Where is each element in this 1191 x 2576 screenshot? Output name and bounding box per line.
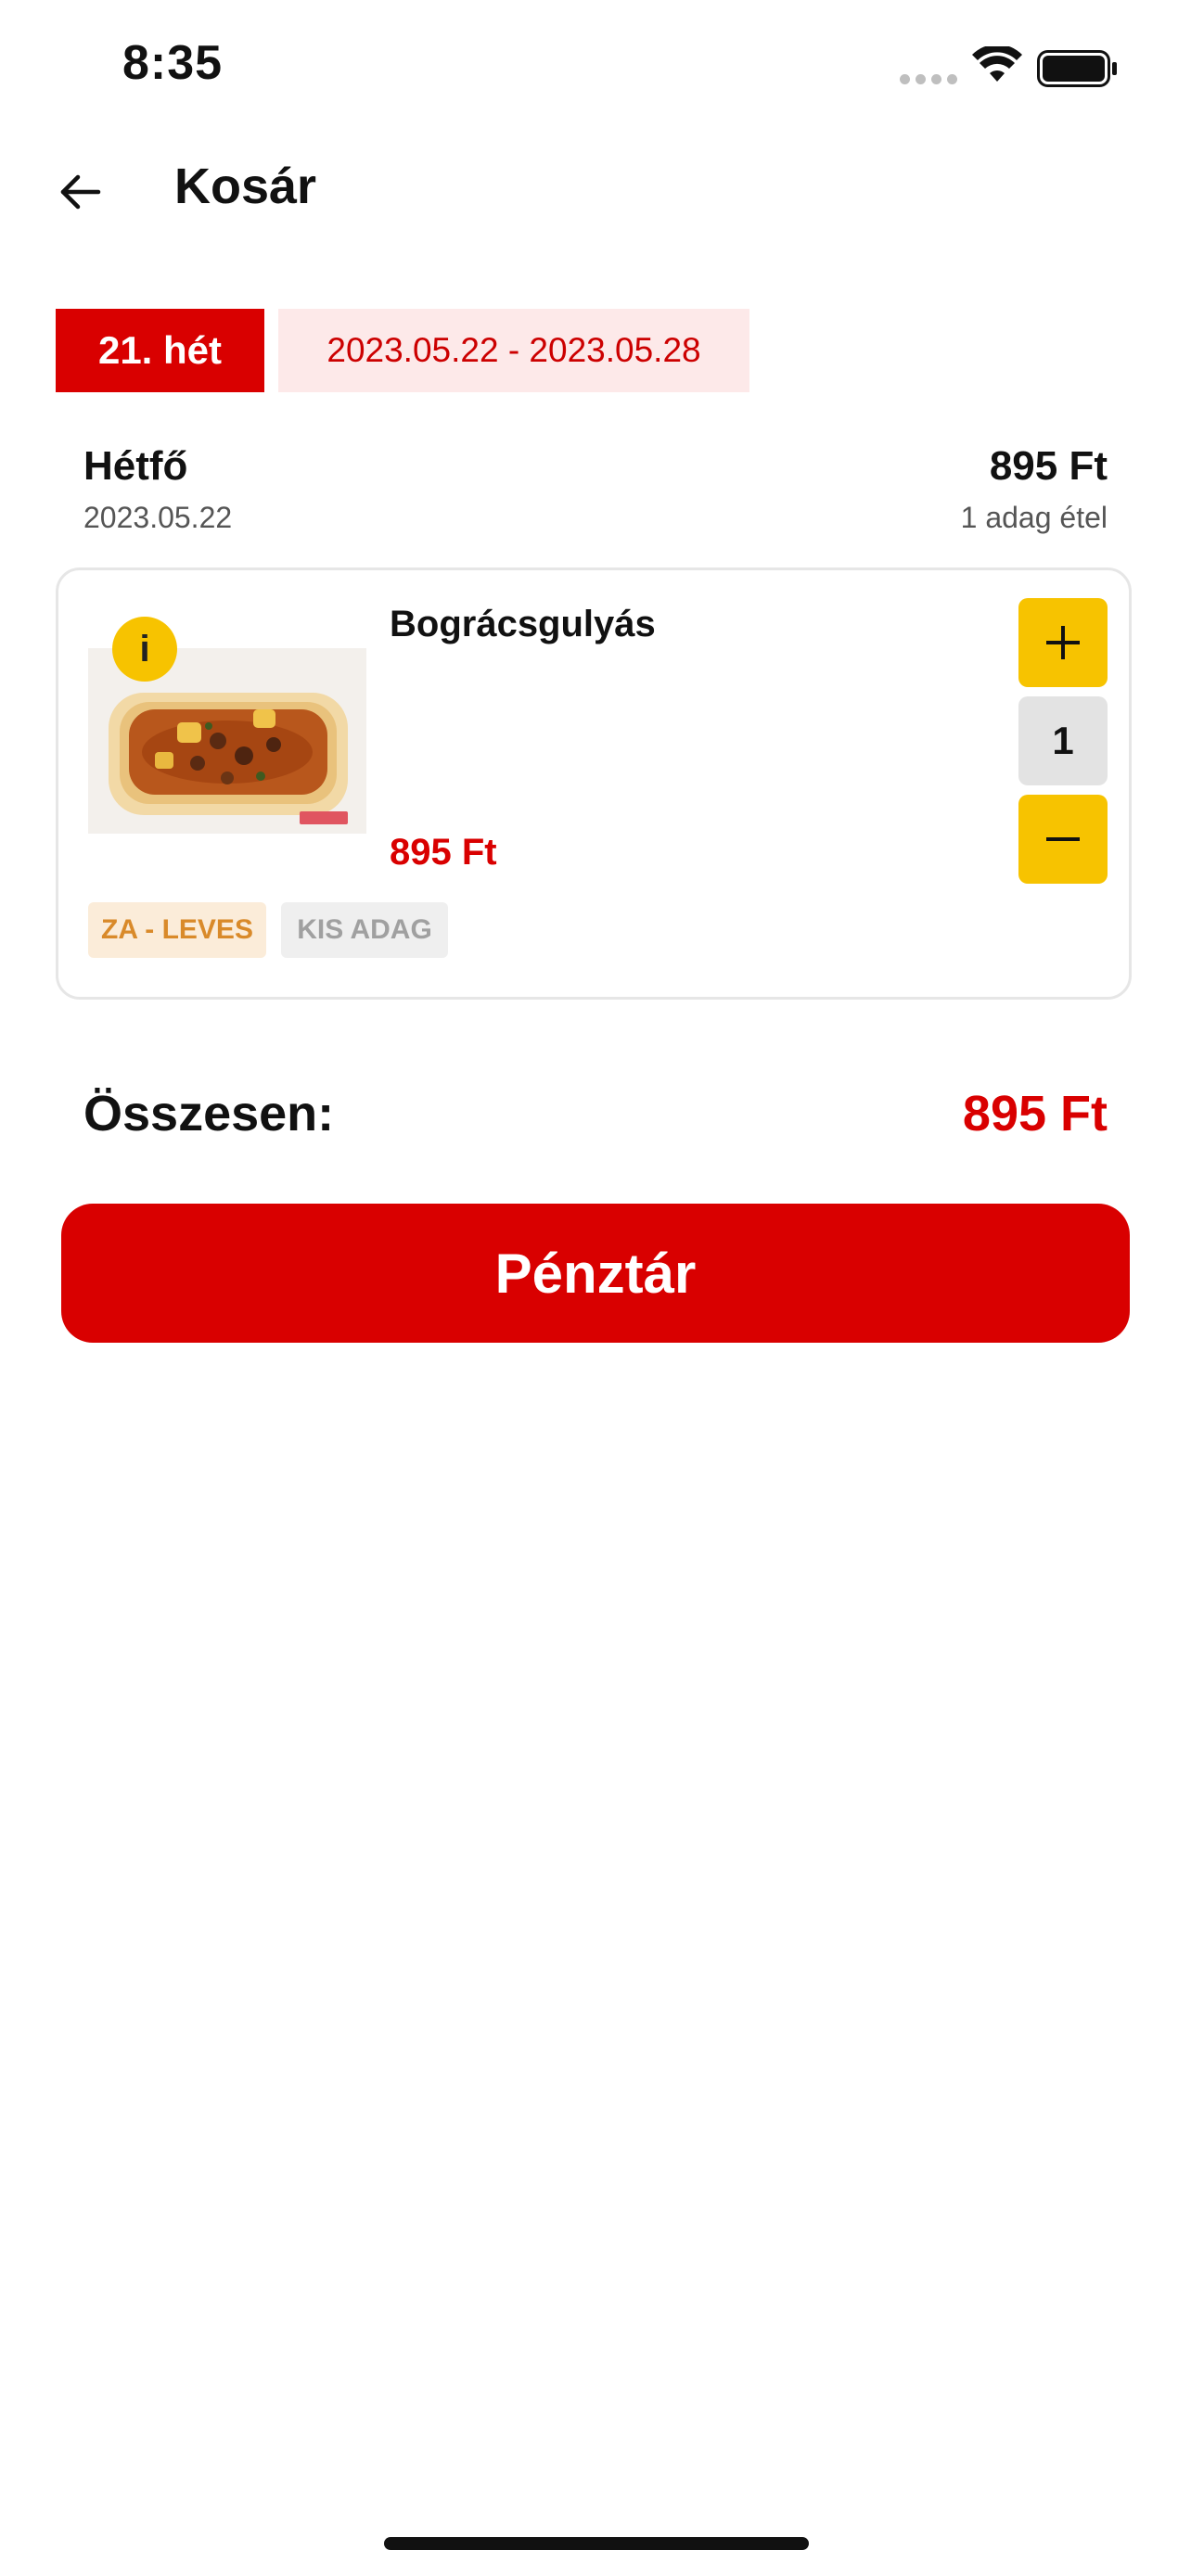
- wifi-icon: [972, 46, 1022, 82]
- cart-item-card: i Bográcsgulyás 895 Ft 1 ZA - LEVES KIS …: [56, 567, 1132, 1000]
- week-label: 21. hét: [56, 309, 264, 392]
- battery-icon: [1037, 50, 1117, 87]
- week-date-range: 2023.05.22 - 2023.05.28: [278, 309, 749, 392]
- cellular-signal-icon: [900, 74, 957, 84]
- quantity-value: 1: [1018, 696, 1108, 785]
- portion-size-tag: KIS ADAG: [281, 902, 448, 958]
- home-indicator[interactable]: [384, 2537, 809, 2550]
- total-value: 895 Ft: [962, 1086, 1108, 1141]
- item-name: Bográcsgulyás: [390, 604, 656, 644]
- item-price: 895 Ft: [390, 832, 497, 873]
- status-bar: 8:35: [0, 0, 1191, 139]
- info-icon[interactable]: i: [112, 617, 177, 682]
- total-label: Összesen:: [83, 1086, 335, 1141]
- increase-quantity-button[interactable]: [1018, 598, 1108, 687]
- page-title: Kosár: [174, 159, 317, 214]
- day-total-price: 895 Ft: [989, 443, 1108, 489]
- day-portion-count: 1 adag étel: [960, 501, 1108, 534]
- arrow-left-icon[interactable]: [58, 169, 104, 215]
- status-time: 8:35: [122, 36, 224, 90]
- decrease-quantity-button[interactable]: [1018, 795, 1108, 884]
- header: Kosár: [0, 139, 1191, 250]
- day-date: 2023.05.22: [83, 501, 233, 534]
- minus-icon: [1046, 837, 1080, 841]
- plus-icon: [1046, 626, 1080, 659]
- checkout-button[interactable]: Pénztár: [61, 1204, 1130, 1343]
- category-tag: ZA - LEVES: [88, 902, 266, 958]
- day-name: Hétfő: [83, 443, 188, 489]
